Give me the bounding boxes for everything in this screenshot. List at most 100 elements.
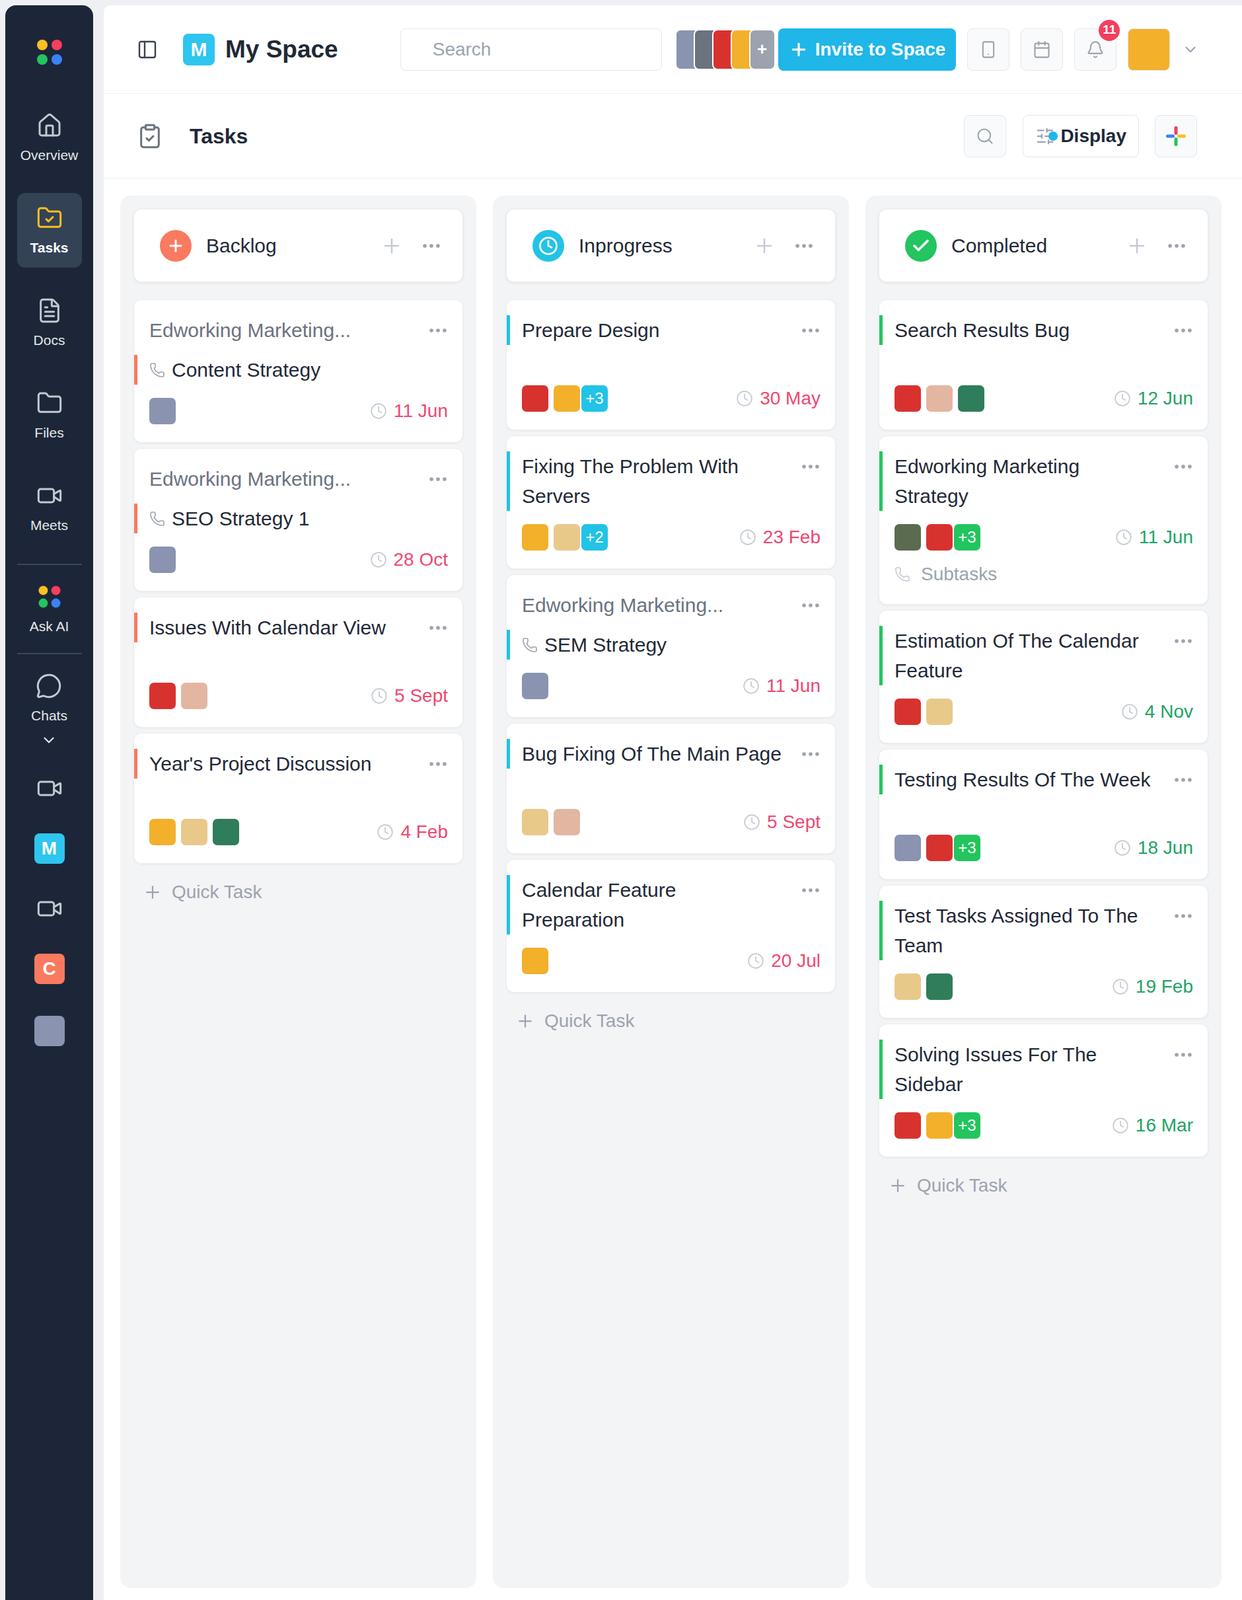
- card-menu-icon[interactable]: [799, 742, 822, 766]
- sidebar: Overview Tasks Docs Files Meets Ask AI Chats M C: [5, 5, 94, 1600]
- member-stack[interactable]: +: [675, 29, 776, 71]
- column-menu-icon[interactable]: [420, 234, 443, 257]
- card-menu-icon[interactable]: [1171, 319, 1195, 342]
- assignees[interactable]: [894, 385, 985, 412]
- assignees[interactable]: +3: [894, 834, 981, 861]
- parent-task[interactable]: Edworking Marketing...: [149, 463, 351, 494]
- task-card[interactable]: Fixing The Problem With Servers+223 Feb: [506, 435, 836, 569]
- due-date[interactable]: 11 Jun: [369, 399, 448, 423]
- add-card-icon[interactable]: [380, 234, 403, 257]
- card-menu-icon[interactable]: [426, 319, 450, 342]
- due-date[interactable]: 28 Oct: [369, 548, 448, 571]
- card-menu-icon[interactable]: [426, 467, 450, 491]
- add-button[interactable]: [1154, 114, 1198, 158]
- card-menu-icon[interactable]: [799, 878, 822, 902]
- card-menu-icon[interactable]: [426, 752, 450, 775]
- task-card[interactable]: Test Tasks Assigned To The Team19 Feb: [878, 884, 1209, 1019]
- card-menu-icon[interactable]: [799, 455, 822, 478]
- due-date[interactable]: 19 Feb: [1111, 975, 1194, 998]
- due-date[interactable]: 5 Sept: [743, 810, 821, 834]
- sidebar-item[interactable]: Tasks: [17, 192, 82, 268]
- task-card[interactable]: Edworking Marketing...SEM Strategy11 Jun: [506, 574, 836, 718]
- task-card[interactable]: Bug Fixing Of The Main Page5 Sept: [506, 722, 836, 854]
- task-card[interactable]: Edworking Marketing...Content Strategy11…: [133, 299, 464, 443]
- assignees[interactable]: +3: [521, 385, 608, 412]
- assignees[interactable]: [894, 698, 953, 725]
- card-menu-icon[interactable]: [1171, 629, 1195, 653]
- sidebar-item[interactable]: Meets: [17, 470, 82, 546]
- task-card[interactable]: Year's Project Discussion4 Feb: [133, 732, 464, 864]
- due-date[interactable]: 4 Nov: [1121, 700, 1194, 723]
- display-button[interactable]: Display: [1022, 114, 1139, 158]
- task-card[interactable]: Edworking Marketing Strategy+311 JunSubt…: [878, 435, 1209, 605]
- search-input[interactable]: [400, 28, 662, 71]
- parent-task[interactable]: Edworking Marketing...: [521, 589, 724, 620]
- account-menu-icon[interactable]: [1181, 40, 1200, 59]
- task-card[interactable]: Testing Results Of The Week+318 Jun: [878, 748, 1209, 880]
- due-date[interactable]: 5 Sept: [370, 684, 448, 707]
- sidebar-item[interactable]: Overview: [17, 100, 82, 176]
- task-card[interactable]: Search Results Bug12 Jun: [878, 299, 1209, 431]
- video-chat-icon[interactable]: [36, 895, 63, 922]
- video-chat-icon[interactable]: [36, 774, 63, 802]
- assignees[interactable]: [521, 808, 581, 836]
- task-card[interactable]: Solving Issues For The Sidebar+316 Mar: [878, 1023, 1209, 1157]
- card-menu-icon[interactable]: [1171, 455, 1195, 478]
- user-avatar[interactable]: [1127, 28, 1170, 71]
- sidebar-item[interactable]: Docs: [17, 285, 82, 361]
- assignees[interactable]: [521, 672, 549, 699]
- invite-button[interactable]: Invite to Space: [778, 28, 957, 71]
- card-menu-icon[interactable]: [799, 593, 822, 617]
- due-date[interactable]: 16 Mar: [1111, 1113, 1194, 1137]
- card-menu-icon[interactable]: [799, 319, 822, 342]
- quick-task[interactable]: Quick Task: [506, 1006, 836, 1035]
- quick-task[interactable]: Quick Task: [133, 877, 464, 906]
- chats-toggle[interactable]: Chats: [31, 672, 68, 749]
- task-card[interactable]: Estimation Of The Calendar Feature4 Nov: [878, 609, 1209, 744]
- card-menu-icon[interactable]: [1171, 768, 1195, 791]
- due-date[interactable]: 20 Jul: [747, 949, 821, 972]
- notifications-button[interactable]: 11: [1074, 28, 1117, 71]
- task-card[interactable]: Calendar Feature Preparation20 Jul: [506, 858, 836, 993]
- mobile-button[interactable]: [967, 28, 1010, 71]
- sidebar-item[interactable]: Files: [17, 377, 82, 453]
- card-menu-icon[interactable]: [1171, 1043, 1195, 1066]
- due-date[interactable]: 12 Jun: [1113, 387, 1194, 410]
- chat-space[interactable]: C: [34, 953, 65, 984]
- card-menu-icon[interactable]: [1171, 904, 1195, 927]
- due-date[interactable]: 23 Feb: [739, 525, 821, 549]
- subtasks-link[interactable]: Subtasks: [879, 562, 1208, 586]
- task-card[interactable]: Edworking Marketing...SEO Strategy 128 O…: [133, 447, 464, 592]
- parent-task[interactable]: Edworking Marketing...: [149, 315, 351, 345]
- due-date[interactable]: 18 Jun: [1113, 836, 1194, 859]
- column-menu-icon[interactable]: [1165, 234, 1188, 257]
- assignees[interactable]: [149, 397, 176, 425]
- assignees[interactable]: [894, 973, 953, 1000]
- assignees[interactable]: [149, 682, 208, 709]
- card-menu-icon[interactable]: [426, 616, 450, 639]
- add-card-icon[interactable]: [1125, 234, 1149, 257]
- task-card[interactable]: Issues With Calendar View5 Sept: [133, 596, 464, 728]
- assignees[interactable]: +3: [894, 1111, 981, 1139]
- chat-space[interactable]: M: [34, 833, 65, 864]
- column-menu-icon[interactable]: [792, 234, 816, 257]
- clock-icon: [743, 813, 761, 831]
- assignees[interactable]: [149, 818, 240, 845]
- assignees[interactable]: [521, 947, 549, 974]
- clock-icon: [1121, 702, 1139, 721]
- chat-avatar[interactable]: [34, 1015, 65, 1046]
- due-date[interactable]: 4 Feb: [376, 820, 448, 843]
- task-card[interactable]: Prepare Design+330 May: [506, 299, 836, 431]
- search-button[interactable]: [963, 114, 1007, 158]
- due-date[interactable]: 11 Jun: [742, 674, 821, 697]
- due-date[interactable]: 11 Jun: [1115, 525, 1194, 549]
- due-date[interactable]: 30 May: [735, 387, 821, 410]
- sidebar-item[interactable]: Ask AI: [17, 571, 82, 647]
- quick-task[interactable]: Quick Task: [878, 1171, 1209, 1200]
- add-card-icon[interactable]: [753, 234, 776, 257]
- assignees[interactable]: [149, 546, 176, 573]
- assignees[interactable]: +3: [894, 523, 981, 551]
- assignees[interactable]: +2: [521, 523, 608, 551]
- calendar-button[interactable]: [1020, 28, 1063, 71]
- sidebar-toggle-icon[interactable]: [136, 38, 158, 61]
